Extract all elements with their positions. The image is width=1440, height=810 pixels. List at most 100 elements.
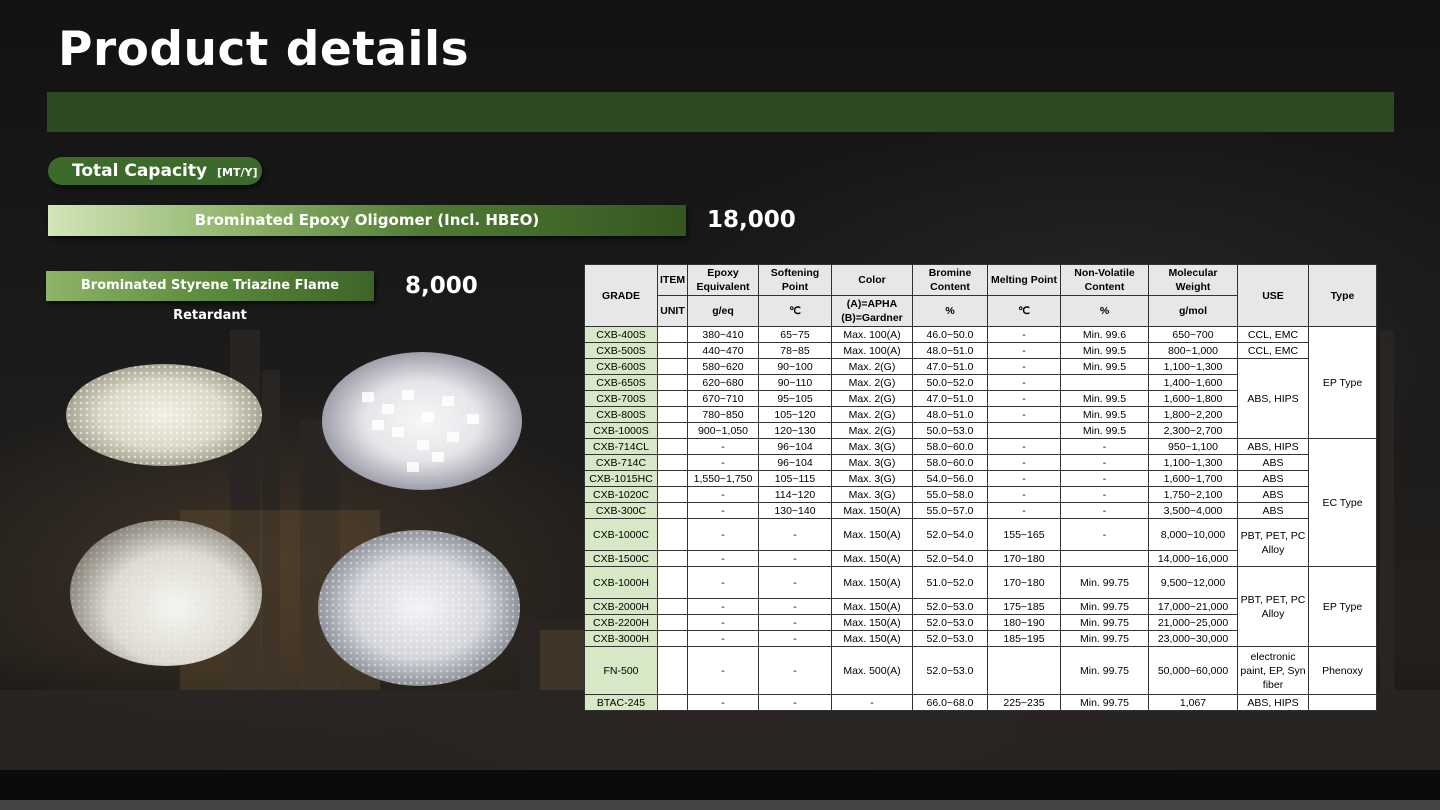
cell-nonvolatile: - bbox=[1060, 454, 1149, 471]
cell-color: Max. 2(G) bbox=[831, 358, 913, 375]
cell-molecular: 1,600~1,700 bbox=[1148, 470, 1238, 487]
cell-softening: 120~130 bbox=[758, 422, 832, 439]
cell-softening: - bbox=[758, 598, 832, 615]
cell-color: Max. 3(G) bbox=[831, 486, 913, 503]
cell-nonvolatile bbox=[1060, 374, 1149, 391]
unit-melting: ℃ bbox=[987, 295, 1061, 327]
header-grade: GRADE bbox=[584, 264, 658, 327]
cell-bromine: 58.0~60.0 bbox=[912, 454, 988, 471]
cell-bromine: 52.0~53.0 bbox=[912, 614, 988, 631]
cell-molecular: 800~1,000 bbox=[1148, 342, 1238, 359]
cell-item bbox=[657, 614, 688, 631]
cell-color: Max. 150(A) bbox=[831, 518, 913, 551]
cell-color: Max. 150(A) bbox=[831, 566, 913, 599]
table-row: BTAC-245- - -66.0~68.0 225~235 Min. 99.75 1,0… bbox=[584, 694, 1377, 711]
cell-molecular: 21,000~25,000 bbox=[1148, 614, 1238, 631]
cell-item bbox=[657, 454, 688, 471]
header-molecular-weight: Molecular Weight bbox=[1148, 264, 1238, 296]
cell-melting: 170~180 bbox=[987, 550, 1061, 567]
table-row: CXB-714CL -96~104 Max. 3(G) 58.0~60.0- -950~… bbox=[584, 438, 1377, 567]
unit-color: (A)=APHA (B)=Gardner bbox=[831, 295, 913, 327]
capacity-bar-styrene-triazine: Brominated Styrene Triazine Flame Retard… bbox=[46, 271, 374, 323]
cell-melting bbox=[987, 422, 1061, 439]
granules-photo bbox=[66, 364, 262, 466]
cell-nonvolatile: Min. 99.75 bbox=[1060, 694, 1149, 711]
cell-item bbox=[657, 390, 688, 407]
cell-item bbox=[657, 518, 688, 551]
cell-nonvolatile: Min. 99.75 bbox=[1060, 598, 1149, 615]
cell-melting bbox=[987, 646, 1061, 695]
unit-nonvolatile: % bbox=[1060, 295, 1149, 327]
cell-bromine: 50.0~52.0 bbox=[912, 374, 988, 391]
cell-item bbox=[657, 630, 688, 647]
cell-use: ABS, HIPS bbox=[1237, 358, 1309, 439]
cell-epoxy: - bbox=[687, 614, 759, 631]
cell-item bbox=[657, 598, 688, 615]
cell-type: EC Type bbox=[1308, 438, 1377, 567]
cell-bromine: 55.0~57.0 bbox=[912, 502, 988, 519]
cell-grade: CXB-600S bbox=[584, 358, 658, 375]
cell-nonvolatile: Min. 99.5 bbox=[1060, 358, 1149, 375]
table-row: CXB-1020C -114~120 Max. 3(G) 55.0~58.0- -1,7… bbox=[584, 486, 1377, 503]
cell-epoxy: 440~470 bbox=[687, 342, 759, 359]
cell-softening: - bbox=[758, 614, 832, 631]
header-melting-point: Melting Point bbox=[987, 264, 1061, 296]
table-row: CXB-600S 580~620 90~100 Max. 2(G) 47.0~51.0-… bbox=[584, 358, 1377, 439]
cell-grade: CXB-800S bbox=[584, 406, 658, 423]
unit-epoxy: g/eq bbox=[687, 295, 759, 327]
cell-epoxy: 580~620 bbox=[687, 358, 759, 375]
cell-bromine: 54.0~56.0 bbox=[912, 470, 988, 487]
header-softening-point: Softening Point bbox=[758, 264, 832, 296]
footer-strip bbox=[0, 800, 1440, 810]
cell-item bbox=[657, 374, 688, 391]
cell-melting: 170~180 bbox=[987, 566, 1061, 599]
cell-melting: 185~195 bbox=[987, 630, 1061, 647]
cell-color: Max. 2(G) bbox=[831, 374, 913, 391]
header-bromine-content: Bromine Content bbox=[912, 264, 988, 296]
cell-epoxy: - bbox=[687, 550, 759, 567]
capacity-bar-epoxy-oligomer: Brominated Epoxy Oligomer (Incl. HBEO) bbox=[48, 205, 686, 236]
cell-color: Max. 150(A) bbox=[831, 502, 913, 519]
cell-item bbox=[657, 342, 688, 359]
table-row: CXB-714C -96~104 Max. 3(G) 58.0~60.0- -1,100… bbox=[584, 454, 1377, 471]
cell-nonvolatile: Min. 99.5 bbox=[1060, 422, 1149, 439]
cell-softening: 130~140 bbox=[758, 502, 832, 519]
cell-grade: CXB-1020C bbox=[584, 486, 658, 503]
cell-epoxy: - bbox=[687, 454, 759, 471]
cell-grade: CXB-500S bbox=[584, 342, 658, 359]
cell-bromine: 55.0~58.0 bbox=[912, 486, 988, 503]
cell-softening: 96~104 bbox=[758, 454, 832, 471]
header-epoxy-equivalent: Epoxy Equivalent bbox=[687, 264, 759, 296]
cell-type: EP Type bbox=[1308, 326, 1377, 439]
cell-softening: 95~105 bbox=[758, 390, 832, 407]
cell-melting: 180~190 bbox=[987, 614, 1061, 631]
cell-epoxy: 380~410 bbox=[687, 326, 759, 343]
cell-softening: - bbox=[758, 550, 832, 567]
table-row: FN-500- - Max. 500(A) 52.0~53.0 Min. 99.75 50… bbox=[584, 646, 1377, 695]
cell-color: Max. 100(A) bbox=[831, 326, 913, 343]
cell-nonvolatile: - bbox=[1060, 518, 1149, 551]
cell-molecular: 50,000~60,000 bbox=[1148, 646, 1238, 695]
cell-bromine: 52.0~53.0 bbox=[912, 598, 988, 615]
cell-molecular: 1,100~1,300 bbox=[1148, 454, 1238, 471]
cell-epoxy: 780~850 bbox=[687, 406, 759, 423]
cell-melting: 175~185 bbox=[987, 598, 1061, 615]
table-row: CXB-1015HC 1,550~1,750 105~115 Max. 3(G) 54.… bbox=[584, 470, 1377, 487]
cell-softening: 65~75 bbox=[758, 326, 832, 343]
cell-melting: - bbox=[987, 326, 1061, 343]
cell-bromine: 52.0~53.0 bbox=[912, 646, 988, 695]
cell-epoxy: - bbox=[687, 630, 759, 647]
cell-item bbox=[657, 502, 688, 519]
cell-grade: CXB-3000H bbox=[584, 630, 658, 647]
cell-nonvolatile: - bbox=[1060, 470, 1149, 487]
table-row: CXB-1000H - - Max. 150(A) 51.0~52.0 170~180 Mi… bbox=[584, 566, 1377, 647]
cell-item bbox=[657, 422, 688, 439]
cell-softening: 105~115 bbox=[758, 470, 832, 487]
cell-softening: - bbox=[758, 630, 832, 647]
cell-color: Max. 2(G) bbox=[831, 406, 913, 423]
cell-epoxy: 670~710 bbox=[687, 390, 759, 407]
cell-melting: - bbox=[987, 374, 1061, 391]
cell-melting: - bbox=[987, 342, 1061, 359]
cell-item bbox=[657, 358, 688, 375]
cell-molecular: 950~1,100 bbox=[1148, 438, 1238, 455]
